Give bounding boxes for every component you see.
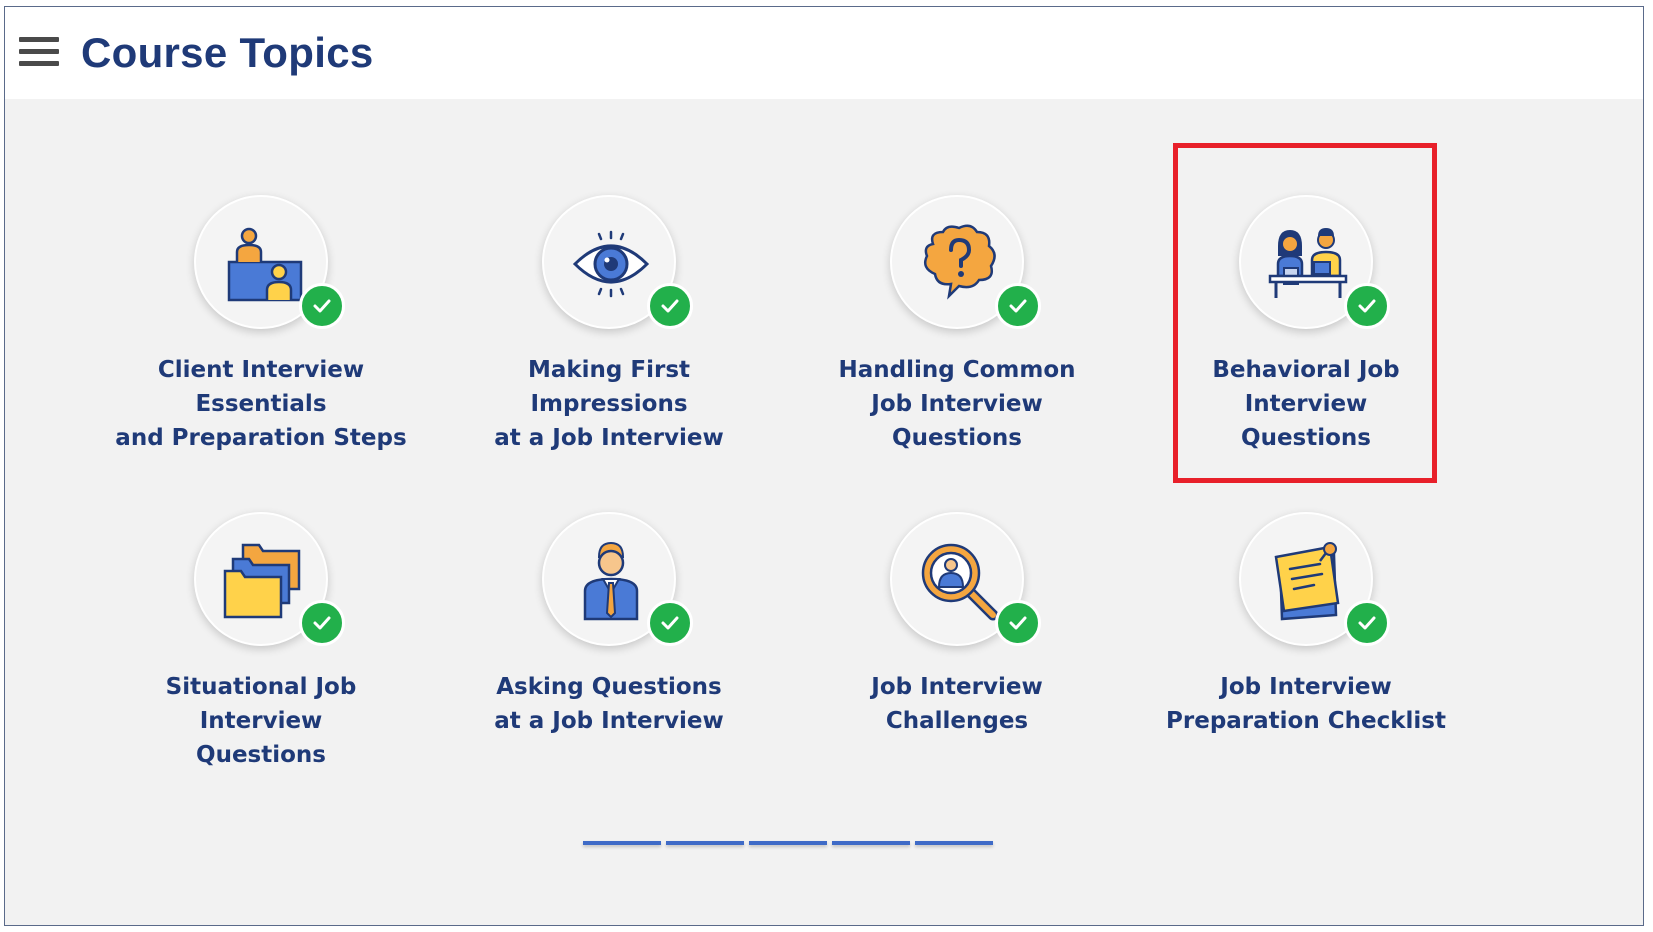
topic-card-challenges[interactable]: Job Interview Challenges [777,512,1137,782]
folders-icon [223,543,301,619]
page-title: Course Topics [81,29,374,76]
topic-label-line: Impressions [530,391,688,417]
completed-check-icon [647,283,693,329]
topic-label: Job Interview Preparation Checklist [1126,670,1486,738]
page-indicator[interactable] [832,841,910,845]
topic-label: Client Interview Essentials and Preparat… [81,353,441,455]
completed-check-icon [995,283,1041,329]
topic-label-line: Job Interview [1220,674,1392,700]
question-bubble-icon [924,224,996,300]
topic-label: Behavioral Job Interview Questions [1126,353,1486,455]
completed-check-icon [299,283,345,329]
topic-label-line: Making First [527,357,691,383]
topic-label-line: Client Interview [157,357,365,383]
topic-label-line: Challenges [885,708,1029,734]
topic-label-line: Interview [199,708,323,734]
page-indicator[interactable] [749,841,827,845]
topic-card-common-questions[interactable]: Handling Common Job Interview Questions [777,195,1137,465]
topic-card-asking-questions[interactable]: Asking Questions at a Job Interview [429,512,789,782]
topics-grid: Client Interview Essentials and Preparat… [5,99,1643,925]
topic-card-behavioral-questions[interactable]: Behavioral Job Interview Questions [1126,195,1486,465]
topic-card-client-interview[interactable]: Client Interview Essentials and Preparat… [81,195,441,465]
topic-label-line: Job Interview [871,674,1043,700]
businessman-icon [583,541,639,621]
topic-label-line: Questions [196,742,326,768]
page-indicator[interactable] [666,841,744,845]
topic-card-preparation-checklist[interactable]: Job Interview Preparation Checklist [1126,512,1486,782]
topic-label-line: Essentials [195,391,327,417]
topic-label: Making First Impressions at a Job Interv… [429,353,789,455]
topic-card-first-impressions[interactable]: Making First Impressions at a Job Interv… [429,195,789,465]
topic-label-line: Job Interview [871,391,1043,417]
client-interview-icon [227,227,303,302]
completed-check-icon [1344,600,1390,646]
topic-label-line: at a Job Interview [494,425,724,451]
topic-label: Asking Questions at a Job Interview [429,670,789,738]
topic-label-line: Situational Job [165,674,357,700]
hamburger-menu-icon[interactable] [19,37,59,69]
topic-label-line: Asking Questions [496,674,722,700]
topic-label-line: Questions [892,425,1022,451]
topic-label-line: and Preparation Steps [115,425,407,451]
completed-check-icon [995,600,1041,646]
interview-desk-icon [1268,228,1348,298]
completed-check-icon [647,600,693,646]
topic-label-line: Interview [1244,391,1368,417]
topic-label-line: Preparation Checklist [1166,708,1446,734]
completed-check-icon [299,600,345,646]
magnifier-person-icon [921,543,999,621]
topic-label: Handling Common Job Interview Questions [777,353,1137,455]
sticky-note-icon [1274,542,1340,621]
topic-label-line: Handling Common [838,357,1076,383]
topic-label-line: at a Job Interview [494,708,724,734]
eye-icon [572,230,650,298]
course-topics-window: Course Topics Client Interview Essential… [4,6,1644,926]
topic-card-situational-questions[interactable]: Situational Job Interview Questions [81,512,441,782]
topic-label-line: Behavioral Job [1212,357,1400,383]
topic-label-line: Questions [1241,425,1371,451]
header: Course Topics [5,7,1643,99]
topic-label: Situational Job Interview Questions [81,670,441,772]
page-indicator[interactable] [583,841,661,845]
completed-check-icon [1344,283,1390,329]
page-indicator[interactable] [915,841,993,845]
pagination-bar [583,841,1003,845]
topic-label: Job Interview Challenges [777,670,1137,738]
